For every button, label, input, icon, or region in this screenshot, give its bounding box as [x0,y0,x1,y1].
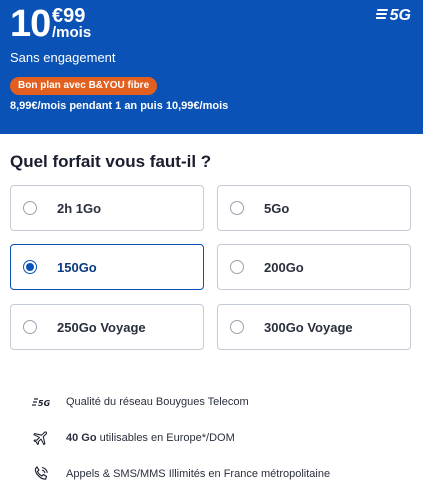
network-badge: 5G [374,7,411,25]
plan-option-5go[interactable]: 5Go [217,185,411,231]
offer-header: 10 €99 /mois 5G Sans engagement Bon plan… [0,0,423,134]
plan-option-label: 250Go Voyage [57,319,146,335]
plan-option-2h-1go[interactable]: 2h 1Go [10,185,204,231]
price-integer: 10 [10,3,51,45]
plan-question: Quel forfait vous faut-il ? [10,152,212,171]
plan-option-150go[interactable]: 150Go [10,244,204,290]
radio-button[interactable] [23,201,37,215]
svg-text:5G: 5G [38,399,50,408]
promo-detail: 8,99€/mois pendant 1 an puis 10,99€/mois [10,100,229,112]
feature-text: Appels & SMS/MMS Illimités en France mét… [66,468,331,480]
commitment-text: Sans engagement [10,50,116,65]
plan-option-label: 200Go [264,259,304,275]
plan-option-label: 2h 1Go [57,200,102,216]
plan-option-200go[interactable]: 200Go [217,244,411,290]
price-period: /mois [52,24,92,41]
feature-europe-data: 40 Go utilisables en Europe*/DOM [32,428,235,448]
radio-button[interactable] [23,320,37,334]
feature-text: Qualité du réseau Bouygues Telecom [66,396,249,408]
radio-button-selected[interactable] [23,260,37,274]
plan-option-300go-voyage[interactable]: 300Go Voyage [217,304,411,350]
radio-button[interactable] [230,201,244,215]
radio-button[interactable] [230,260,244,274]
plan-option-250go-voyage[interactable]: 250Go Voyage [10,304,204,350]
5g-lines-icon [374,7,388,25]
plan-option-label: 300Go Voyage [264,319,353,335]
phone-icon [32,465,50,483]
plan-option-label: 5Go [264,200,290,216]
promo-badge: Bon plan avec B&YOU fibre [10,77,158,95]
airplane-icon [32,429,50,447]
feature-text: 40 Go utilisables en Europe*/DOM [66,432,235,444]
feature-unlimited-calls: Appels & SMS/MMS Illimités en France mét… [32,464,330,484]
plan-option-label: 150Go [57,259,97,275]
network-badge-label: 5G [389,7,411,24]
5g-icon: 5G [32,393,50,411]
feature-network-quality: 5G Qualité du réseau Bouygues Telecom [32,392,249,412]
radio-button[interactable] [230,320,244,334]
